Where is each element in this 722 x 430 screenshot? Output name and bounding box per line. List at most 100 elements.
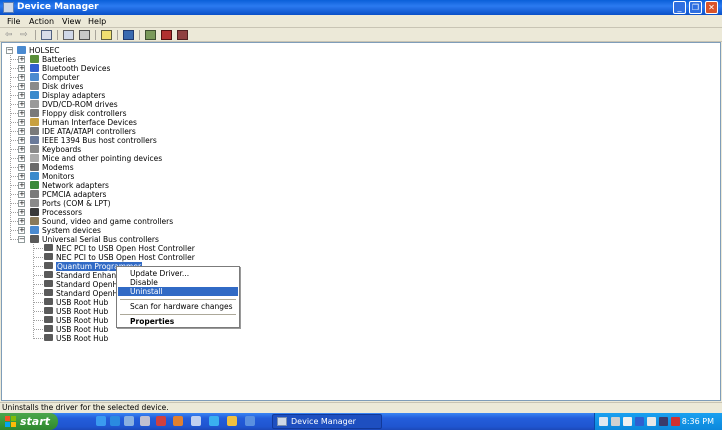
properties-menu-item[interactable]: Properties	[118, 317, 238, 326]
tree-category-label[interactable]: Disk drives	[42, 82, 83, 91]
tree-connector	[11, 158, 18, 159]
uninstall-icon[interactable]	[161, 30, 172, 40]
bluetooth-tray-icon[interactable]	[635, 417, 644, 426]
expand-toggle[interactable]: +	[18, 110, 25, 117]
tray-icon[interactable]	[671, 417, 680, 426]
expand-toggle[interactable]: +	[18, 101, 25, 108]
expand-toggle[interactable]: +	[18, 155, 25, 162]
taskbar-device-manager-button[interactable]: Device Manager	[272, 414, 382, 429]
expand-toggle[interactable]: +	[18, 218, 25, 225]
expand-toggle[interactable]: +	[18, 137, 25, 144]
toolbar: ⇦ ⇨	[0, 28, 722, 42]
expand-toggle[interactable]: +	[18, 128, 25, 135]
tree-category-label[interactable]: Modems	[42, 163, 74, 172]
expand-toggle[interactable]: +	[18, 191, 25, 198]
toolbar-separator	[139, 30, 140, 40]
tree-category-label[interactable]: Mice and other pointing devices	[42, 154, 162, 163]
maximize-button[interactable]: ❐	[689, 1, 702, 14]
tree-category-label[interactable]: Network adapters	[42, 181, 109, 190]
print-icon[interactable]	[79, 30, 90, 40]
usb-device-label[interactable]: USB Root Hub	[56, 298, 108, 307]
expand-toggle[interactable]: +	[18, 146, 25, 153]
quick-launch-icon[interactable]	[245, 416, 255, 426]
collapse-toggle[interactable]: −	[6, 47, 13, 54]
tree-category-label[interactable]: DVD/CD-ROM drives	[42, 100, 118, 109]
properties-icon[interactable]	[63, 30, 74, 40]
usb-device-label[interactable]: NEC PCI to USB Open Host Controller	[56, 253, 195, 262]
expand-toggle[interactable]: +	[18, 227, 25, 234]
tree-category-label[interactable]: Human Interface Devices	[42, 118, 137, 127]
tree-category-label[interactable]: Monitors	[42, 172, 74, 181]
menu-view[interactable]: View	[62, 17, 81, 26]
expand-toggle[interactable]: +	[18, 173, 25, 180]
toolbar-separator	[117, 30, 118, 40]
expand-toggle[interactable]: +	[18, 209, 25, 216]
tree-category-label[interactable]: IEEE 1394 Bus host controllers	[42, 136, 157, 145]
tray-icon[interactable]	[611, 417, 620, 426]
volume-icon[interactable]	[623, 417, 632, 426]
quick-launch-icon[interactable]	[191, 416, 201, 426]
usb-device-label[interactable]: Standard OpenHC	[56, 280, 123, 289]
tree-category-label[interactable]: Bluetooth Devices	[42, 64, 110, 73]
internet-explorer-icon[interactable]	[110, 416, 120, 426]
quick-launch-icon[interactable]	[209, 416, 219, 426]
usb-device-label[interactable]: Standard OpenHC	[56, 289, 123, 298]
update-driver-icon[interactable]	[145, 30, 156, 40]
expand-toggle[interactable]: +	[18, 119, 25, 126]
tree-category-label[interactable]: System devices	[42, 226, 101, 235]
minimize-button[interactable]: _	[673, 1, 686, 14]
uninstall-menu-item[interactable]: Uninstall	[118, 287, 238, 296]
tree-category-label[interactable]: PCMCIA adapters	[42, 190, 106, 199]
tree-category-label[interactable]: Universal Serial Bus controllers	[42, 235, 159, 244]
tray-icon[interactable]	[599, 417, 608, 426]
help-icon[interactable]	[101, 30, 112, 40]
tree-category-label[interactable]: Display adapters	[42, 91, 105, 100]
show-hide-console-tree-icon[interactable]	[41, 30, 52, 40]
start-button[interactable]: start	[0, 413, 58, 430]
collapse-toggle[interactable]: −	[18, 236, 25, 243]
quick-launch-icon[interactable]	[173, 416, 183, 426]
update-driver-menu-item[interactable]: Update Driver...	[118, 269, 238, 278]
usb-device-label[interactable]: Standard Enhance	[56, 271, 125, 280]
tree-category-label[interactable]: Processors	[42, 208, 82, 217]
close-button[interactable]: ✕	[705, 1, 718, 14]
scan-hardware-icon[interactable]	[123, 30, 134, 40]
quick-launch-icon[interactable]	[227, 416, 237, 426]
expand-toggle[interactable]: +	[18, 65, 25, 72]
scan-hardware-menu-item[interactable]: Scan for hardware changes	[118, 302, 238, 311]
desktop-icon[interactable]	[96, 416, 106, 426]
expand-toggle[interactable]: +	[18, 164, 25, 171]
tray-icon[interactable]	[659, 417, 668, 426]
expand-toggle[interactable]: +	[18, 56, 25, 63]
disable-menu-item[interactable]: Disable	[118, 278, 238, 287]
tree-connector	[11, 149, 18, 150]
menu-file[interactable]: File	[7, 17, 20, 26]
usb-device-label[interactable]: NEC PCI to USB Open Host Controller	[56, 244, 195, 253]
forward-arrow-icon[interactable]: ⇨	[20, 30, 31, 40]
menu-help[interactable]: Help	[88, 17, 106, 26]
usb-device-label[interactable]: USB Root Hub	[56, 307, 108, 316]
tree-category-label[interactable]: Batteries	[42, 55, 76, 64]
tree-category-label[interactable]: Floppy disk controllers	[42, 109, 127, 118]
usb-device-label[interactable]: USB Root Hub	[56, 325, 108, 334]
disable-icon[interactable]	[177, 30, 188, 40]
expand-toggle[interactable]: +	[18, 92, 25, 99]
tree-category-label[interactable]: Sound, video and game controllers	[42, 217, 173, 226]
quick-launch-icon[interactable]	[156, 416, 166, 426]
expand-toggle[interactable]: +	[18, 200, 25, 207]
quick-launch-icon[interactable]	[124, 416, 134, 426]
tree-root-label[interactable]: HOLSEC	[29, 46, 59, 55]
usb-device-label[interactable]: USB Root Hub	[56, 316, 108, 325]
expand-toggle[interactable]: +	[18, 83, 25, 90]
expand-toggle[interactable]: +	[18, 74, 25, 81]
back-arrow-icon[interactable]: ⇦	[5, 30, 16, 40]
menu-action[interactable]: Action	[29, 17, 54, 26]
tree-category-label[interactable]: Computer	[42, 73, 79, 82]
tree-category-label[interactable]: Keyboards	[42, 145, 81, 154]
quick-launch-icon[interactable]	[140, 416, 150, 426]
expand-toggle[interactable]: +	[18, 182, 25, 189]
usb-device-label[interactable]: USB Root Hub	[56, 334, 108, 343]
tray-icon[interactable]	[647, 417, 656, 426]
tree-category-label[interactable]: Ports (COM & LPT)	[42, 199, 111, 208]
tree-category-label[interactable]: IDE ATA/ATAPI controllers	[42, 127, 136, 136]
